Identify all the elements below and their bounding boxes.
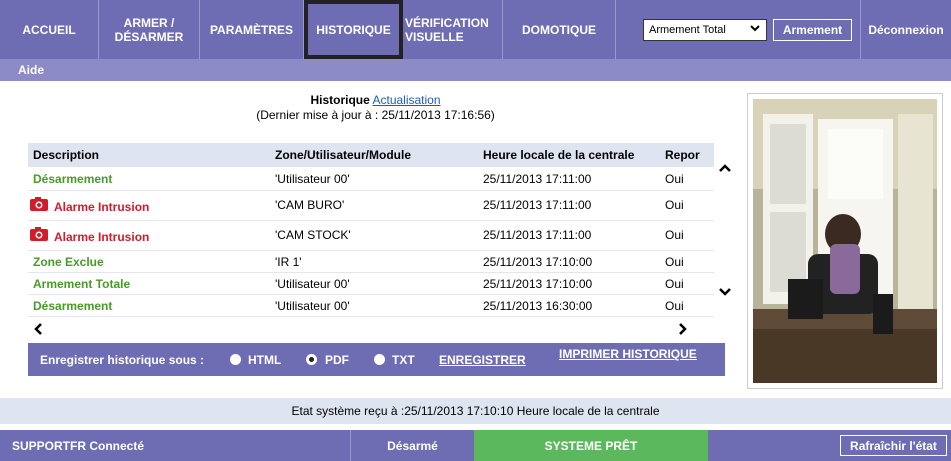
row-zone: 'Utilisateur 00' <box>275 299 350 313</box>
scroll-right-icon[interactable] <box>678 322 688 339</box>
row-report: Oui <box>665 255 684 269</box>
scroll-left-icon[interactable] <box>33 322 43 339</box>
row-report: Oui <box>665 228 684 242</box>
table-row: Armement Totale 'Utilisateur 00' 25/11/2… <box>28 273 714 295</box>
scroll-up-icon[interactable] <box>718 160 732 176</box>
history-table: Description Zone/Utilisateur/Module Heur… <box>28 143 740 343</box>
connection-status: SUPPORTFR Connecté <box>12 439 145 453</box>
row-zone: 'Utilisateur 00' <box>275 172 350 186</box>
chevron-down-icon <box>749 22 761 37</box>
save-bar: Enregistrer historique sous : HTML PDF T… <box>28 343 725 376</box>
tab-parametres[interactable]: PARAMÈTRES <box>200 0 304 59</box>
row-report: Oui <box>665 172 684 186</box>
sub-nav: Aide <box>0 59 951 81</box>
table-row: Alarme Intrusion 'CAM BURO' 25/11/2013 1… <box>28 191 714 221</box>
row-zone: 'CAM STOCK' <box>275 228 351 242</box>
radio-html[interactable] <box>230 354 241 365</box>
table-row: Désarmement 'Utilisateur 00' 25/11/2013 … <box>28 167 714 191</box>
system-ready-badge: SYSTEME PRÊT <box>474 430 708 461</box>
footer-bar: SUPPORTFR Connecté Désarmé SYSTEME PRÊT … <box>0 430 951 461</box>
tab-label: DOMOTIQUE <box>522 22 596 37</box>
tab-label: VISUELLE <box>405 29 464 44</box>
save-label: Enregistrer historique sous : <box>40 353 205 367</box>
row-time: 25/11/2013 17:10:00 <box>483 255 593 269</box>
history-title: Historique <box>310 93 370 107</box>
table-row: Zone Exclue 'IR 1' 25/11/2013 17:10:00 O… <box>28 251 714 273</box>
history-panel: Historique Actualisation (Dernier mise à… <box>8 88 743 388</box>
tab-label: VÉRIFICATION <box>405 15 489 30</box>
column-header-time: Heure locale de la centrale <box>483 148 635 162</box>
table-row: Désarmement 'Utilisateur 00' 25/11/2013 … <box>28 295 714 317</box>
tab-label: PARAMÈTRES <box>209 22 294 37</box>
row-time: 25/11/2013 17:11:00 <box>483 172 592 186</box>
radio-pdf[interactable] <box>306 354 317 365</box>
camera-icon[interactable] <box>30 227 48 241</box>
select-value: Armement Total <box>649 24 726 36</box>
row-description: Désarmement <box>33 172 113 186</box>
tab-verification-visuelle[interactable]: VÉRIFICATION VISUELLE <box>403 0 503 59</box>
tab-accueil[interactable]: ACCUEIL <box>0 0 99 59</box>
row-time: 25/11/2013 17:11:00 <box>483 228 592 242</box>
arm-button[interactable]: Armement <box>773 19 852 41</box>
table-row: Alarme Intrusion 'CAM STOCK' 25/11/2013 … <box>28 221 714 251</box>
arm-state-badge: Désarmé <box>350 430 474 461</box>
tab-label: ARMER / <box>123 15 175 30</box>
table-header: Description Zone/Utilisateur/Module Heur… <box>28 143 714 167</box>
radio-label-txt: TXT <box>392 353 415 367</box>
row-zone: 'Utilisateur 00' <box>275 277 350 291</box>
arm-mode-select[interactable]: Armement Total <box>643 19 767 41</box>
refresh-state-button[interactable]: Rafraîchir l'état <box>840 435 947 456</box>
camera-icon[interactable] <box>30 197 48 211</box>
row-description: Désarmement <box>33 299 113 313</box>
row-report: Oui <box>665 277 684 291</box>
row-time: 25/11/2013 17:11:00 <box>483 198 592 212</box>
row-time: 25/11/2013 16:30:00 <box>483 299 593 313</box>
history-header: Historique Actualisation (Dernier mise à… <box>8 93 743 123</box>
logout-button[interactable]: Déconnexion <box>860 0 951 59</box>
last-update-text: (Dernier mise à jour à : 25/11/2013 17:1… <box>256 108 495 122</box>
column-header-zone: Zone/Utilisateur/Module <box>275 148 412 162</box>
row-zone: 'IR 1' <box>275 255 302 269</box>
row-description: Zone Exclue <box>33 255 104 269</box>
row-report: Oui <box>665 198 684 212</box>
save-button[interactable]: ENREGISTRER <box>439 353 526 367</box>
radio-txt[interactable] <box>374 354 385 365</box>
row-description: Alarme Intrusion <box>54 230 150 244</box>
scroll-down-icon[interactable] <box>718 286 732 300</box>
radio-label-pdf: PDF <box>325 353 349 367</box>
system-status-received: Etat système reçu à :25/11/2013 17:10:10… <box>0 398 951 424</box>
print-history-button[interactable]: IMPRIMER HISTORIQUE <box>559 347 697 361</box>
column-header-report: Repor <box>665 148 700 162</box>
row-time: 25/11/2013 17:10:00 <box>483 277 593 291</box>
tab-label: ACCUEIL <box>22 22 76 37</box>
help-link[interactable]: Aide <box>18 63 44 77</box>
tab-historique[interactable]: HISTORIQUE <box>304 0 403 59</box>
radio-label-html: HTML <box>248 353 282 367</box>
row-zone: 'CAM BURO' <box>275 198 345 212</box>
row-description: Alarme Intrusion <box>54 200 150 214</box>
top-nav: ACCUEIL ARMER / DÉSARMER PARAMÈTRES HIST… <box>0 0 951 59</box>
tab-armer-desarmer[interactable]: ARMER / DÉSARMER <box>99 0 200 59</box>
row-report: Oui <box>665 299 684 313</box>
tab-label: HISTORIQUE <box>316 22 391 37</box>
refresh-link[interactable]: Actualisation <box>372 93 440 107</box>
home-photo <box>747 93 943 389</box>
column-header-description: Description <box>33 148 100 162</box>
tab-domotique[interactable]: DOMOTIQUE <box>503 0 616 59</box>
row-description: Armement Totale <box>33 277 131 291</box>
tab-label: DÉSARMER <box>114 29 184 44</box>
